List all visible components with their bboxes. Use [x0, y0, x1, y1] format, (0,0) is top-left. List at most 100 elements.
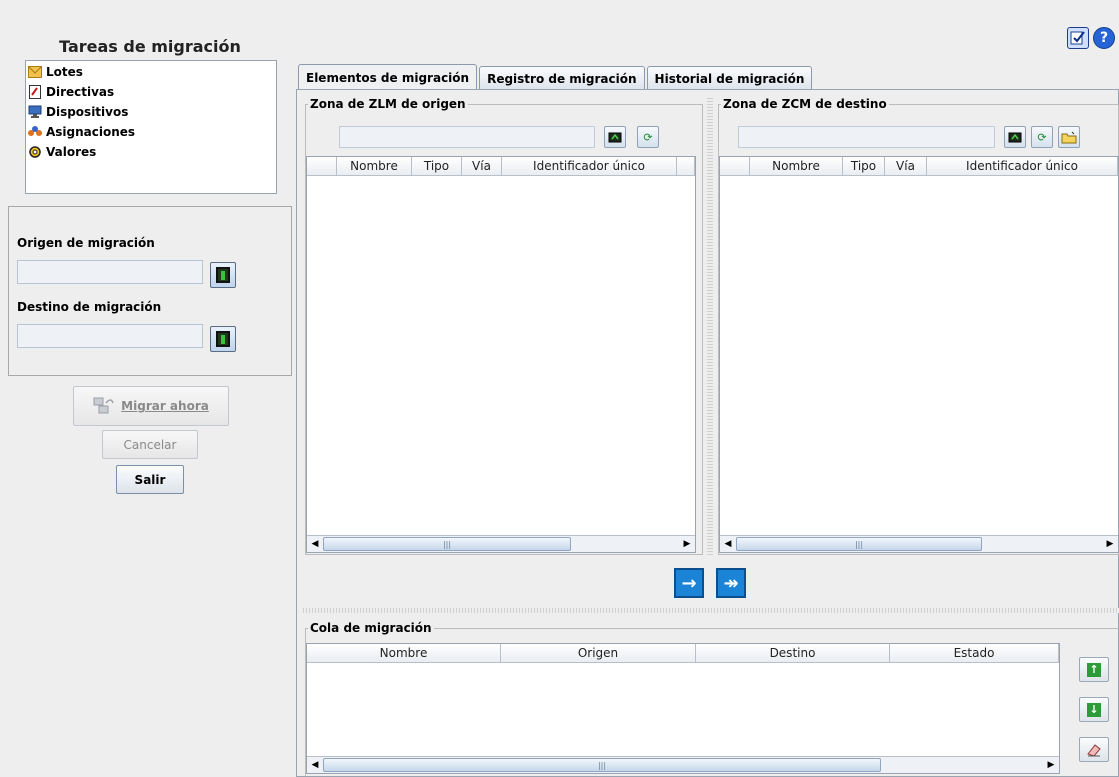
cancel-button[interactable]: Cancelar	[102, 430, 198, 459]
column-header[interactable]: Identificador único	[927, 157, 1118, 175]
column-header[interactable]: Origen	[501, 644, 696, 662]
target-zone-title: Zona de ZCM de destino	[721, 97, 889, 111]
column-header[interactable]: Vía	[462, 157, 502, 175]
double-arrow-right-icon: ↠	[723, 572, 739, 594]
task-label: Valores	[46, 145, 97, 159]
source-hscrollbar[interactable]: ◀ ||| ▶	[307, 535, 695, 552]
queue-zone: Cola de migración Nombre Origen Destino …	[305, 621, 1119, 776]
column-header[interactable]: Tipo	[412, 157, 462, 175]
queue-table-header: Nombre Origen Destino Estado	[307, 644, 1059, 663]
migrate-now-button[interactable]: Migrar ahora	[73, 386, 229, 426]
scroll-left-icon[interactable]: ◀	[307, 536, 323, 552]
target-path-field[interactable]	[738, 126, 995, 148]
tasks-title: Tareas de migración	[59, 37, 241, 56]
column-header[interactable]: Tipo	[843, 157, 885, 175]
queue-hscrollbar[interactable]: ◀ ||| ▶	[307, 756, 1059, 773]
scroll-left-icon[interactable]: ◀	[307, 757, 323, 773]
migration-settings-box	[8, 206, 292, 376]
column-header[interactable]	[720, 157, 750, 175]
scroll-left-icon[interactable]: ◀	[720, 536, 736, 552]
target-field[interactable]	[17, 324, 203, 348]
server-icon	[216, 331, 230, 347]
move-down-button[interactable]: ↓	[1079, 697, 1109, 722]
up-folder-icon	[608, 132, 622, 143]
scroll-right-icon[interactable]: ▶	[679, 536, 695, 552]
tasks-list[interactable]: Lotes Directivas Dispositivos Asignacion…	[25, 60, 277, 194]
target-table-header: Nombre Tipo Vía Identificador único	[720, 157, 1118, 176]
device-icon	[28, 105, 42, 119]
tab-historial[interactable]: Historial de migración	[646, 66, 813, 90]
task-item-lotes[interactable]: Lotes	[28, 62, 83, 82]
migrate-now-label: Migrar ahora	[121, 399, 209, 413]
column-header-filler	[677, 157, 695, 175]
bundle-icon	[28, 65, 42, 79]
task-label: Directivas	[46, 85, 115, 99]
target-refresh-button[interactable]: ⟳	[1031, 126, 1053, 148]
up-folder-icon	[1008, 132, 1022, 143]
scroll-thumb[interactable]: |||	[736, 537, 982, 551]
scroll-right-icon[interactable]: ▶	[1102, 536, 1118, 552]
refresh-icon: ⟳	[1037, 130, 1047, 144]
source-label: Origen de migración	[17, 236, 155, 250]
source-path-field[interactable]	[339, 126, 595, 148]
source-refresh-button[interactable]: ⟳	[637, 126, 659, 148]
task-item-valores[interactable]: Valores	[28, 142, 96, 162]
settings-icon	[28, 145, 42, 159]
source-up-folder-button[interactable]	[604, 126, 626, 148]
server-icon	[216, 267, 230, 283]
help-icon[interactable]: ?	[1093, 27, 1115, 49]
column-header[interactable]: Estado	[890, 644, 1059, 662]
source-zone-title: Zona de ZLM de origen	[308, 97, 468, 111]
move-up-button[interactable]: ↑	[1079, 657, 1109, 682]
task-label: Asignaciones	[46, 125, 136, 139]
target-hscrollbar[interactable]: ◀ ||| ▶	[720, 535, 1118, 552]
column-header[interactable]: Destino	[696, 644, 890, 662]
column-header[interactable]	[307, 157, 337, 175]
header-icons: ?	[1067, 27, 1115, 49]
help-glyph: ?	[1099, 30, 1109, 46]
column-header[interactable]: Vía	[885, 157, 927, 175]
policy-icon	[28, 85, 42, 99]
clear-button[interactable]	[1079, 737, 1109, 762]
move-all-button[interactable]: ↠	[716, 568, 746, 598]
arrow-up-icon: ↑	[1087, 662, 1101, 677]
queue-table[interactable]: Nombre Origen Destino Estado ◀ ||| ▶	[306, 643, 1060, 774]
move-selected-button[interactable]: →	[674, 568, 704, 598]
source-browse-button[interactable]	[210, 262, 236, 288]
tab-panel: Zona de ZLM de origen ⟳ Nombre Tipo Vía …	[296, 89, 1119, 777]
column-header[interactable]: Identificador único	[502, 157, 677, 175]
target-up-folder-button[interactable]	[1004, 126, 1026, 148]
assignment-icon	[28, 125, 42, 139]
refresh-icon: ⟳	[643, 130, 653, 144]
source-table-header: Nombre Tipo Vía Identificador único	[307, 157, 695, 176]
exit-button[interactable]: Salir	[116, 465, 184, 494]
target-table[interactable]: Nombre Tipo Vía Identificador único ◀ ||…	[719, 156, 1119, 553]
column-header[interactable]: Nombre	[750, 157, 843, 175]
target-new-folder-button[interactable]	[1058, 126, 1080, 148]
target-label: Destino de migración	[17, 300, 162, 314]
scroll-thumb[interactable]: |||	[323, 758, 881, 772]
scroll-thumb[interactable]: |||	[323, 537, 571, 551]
column-header[interactable]: Nombre	[337, 157, 412, 175]
vertical-splitter[interactable]	[707, 96, 713, 556]
task-item-directivas[interactable]: Directivas	[28, 82, 114, 102]
source-field[interactable]	[17, 260, 203, 284]
migrate-icon	[93, 395, 115, 418]
task-item-dispositivos[interactable]: Dispositivos	[28, 102, 128, 122]
eraser-icon	[1087, 743, 1101, 757]
column-header[interactable]: Nombre	[307, 644, 501, 662]
queue-title: Cola de migración	[308, 621, 434, 635]
target-browse-button[interactable]	[210, 326, 236, 352]
new-folder-icon	[1061, 131, 1077, 143]
tab-elementos[interactable]: Elementos de migración	[298, 64, 478, 90]
task-item-asignaciones[interactable]: Asignaciones	[28, 122, 135, 142]
scroll-right-icon[interactable]: ▶	[1043, 757, 1059, 773]
tab-bar: Elementos de migración Registro de migra…	[298, 64, 814, 90]
target-zone: Zona de ZCM de destino ⟳ Nombre Tipo Vía…	[718, 97, 1119, 555]
checklist-icon[interactable]	[1067, 27, 1089, 49]
source-zone: Zona de ZLM de origen ⟳ Nombre Tipo Vía …	[305, 97, 703, 555]
task-label: Dispositivos	[46, 105, 129, 119]
source-table[interactable]: Nombre Tipo Vía Identificador único ◀ ||…	[306, 156, 696, 553]
horizontal-splitter[interactable]	[301, 608, 1119, 613]
tab-registro[interactable]: Registro de migración	[479, 66, 645, 90]
